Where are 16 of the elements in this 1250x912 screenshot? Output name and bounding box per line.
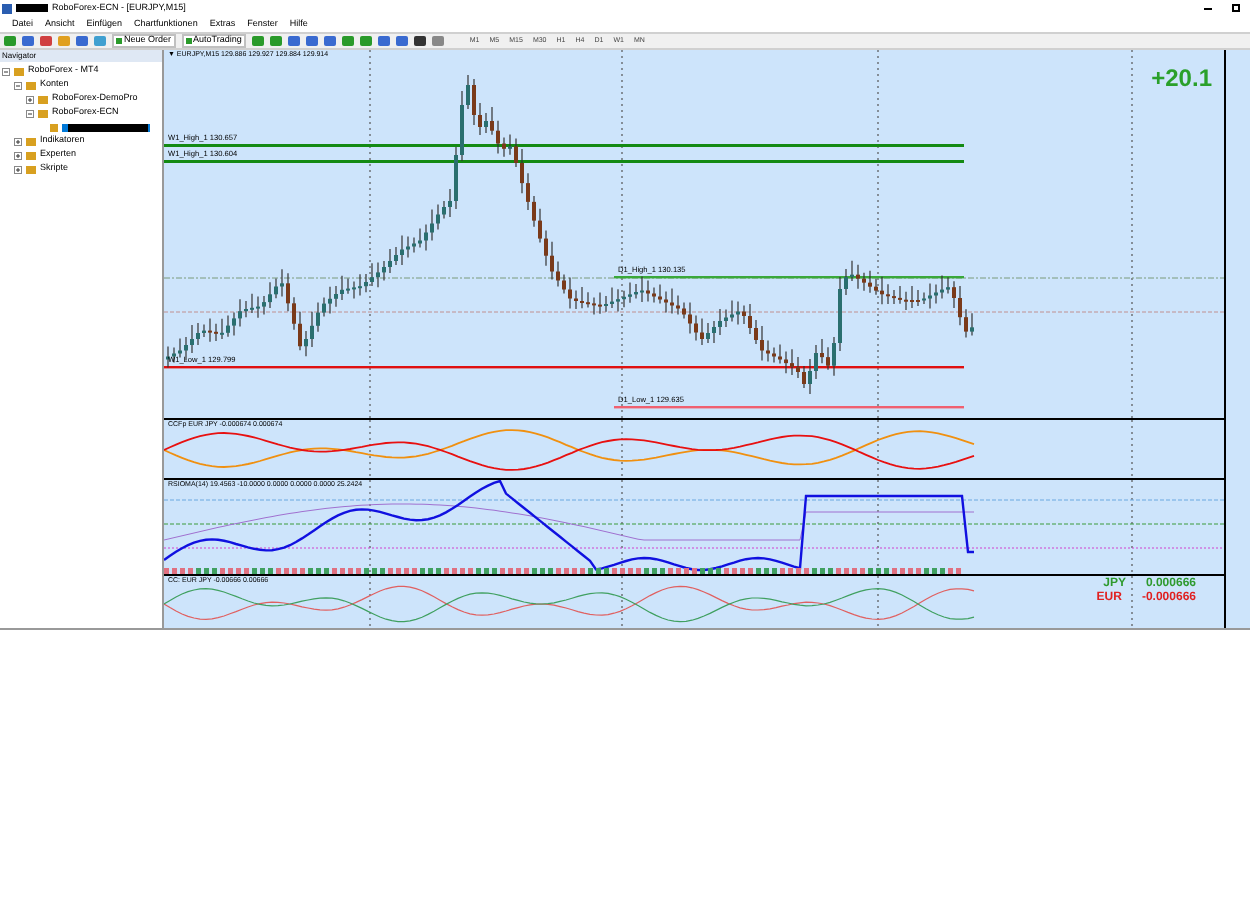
expand-icon[interactable] [14,137,22,145]
expand-icon[interactable] [14,151,22,159]
profit-label: +20.1 [1151,66,1212,90]
order-icon [116,38,122,44]
collapse-icon[interactable] [26,109,34,117]
maximize-button[interactable] [1232,4,1240,12]
collapse-icon[interactable] [2,67,10,75]
collapse-icon[interactable] [14,81,22,89]
app-icon [2,3,12,13]
expand-icon[interactable] [26,95,34,103]
redaction-bar [16,4,48,12]
account-item[interactable] [62,123,150,131]
minimize-button[interactable] [1204,7,1212,9]
account-icon [50,123,58,131]
order-icon [185,38,192,44]
expand-icon[interactable] [14,165,22,173]
